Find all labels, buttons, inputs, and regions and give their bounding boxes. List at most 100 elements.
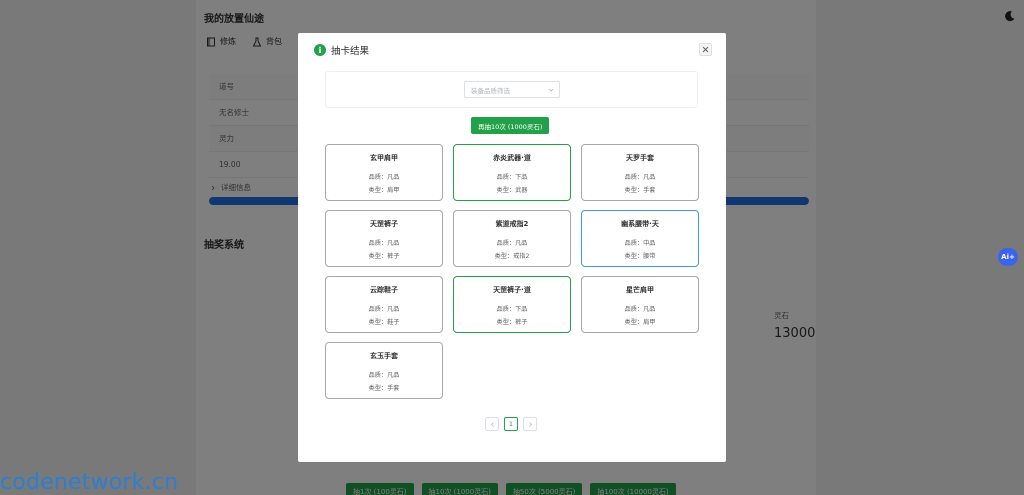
item-card[interactable]: 赤炎武器·道 品质：下品 类型：武器 xyxy=(453,144,571,201)
quality-prefix: 品质： xyxy=(368,372,388,379)
type-value: 肩甲 xyxy=(387,187,400,194)
type-value: 手套 xyxy=(387,385,400,392)
type-value: 肩甲 xyxy=(643,319,656,326)
item-name: 天罗手套 xyxy=(626,154,654,162)
item-name: 云踪鞋子 xyxy=(370,286,398,294)
item-card[interactable]: 天罗手套 品质：凡品 类型：手套 xyxy=(581,144,699,201)
quality-value: 凡品 xyxy=(643,174,656,181)
type-prefix: 类型： xyxy=(368,385,388,392)
item-name: 幽系腰带·天 xyxy=(621,220,659,228)
item-quality: 品质：凡品 xyxy=(497,237,528,250)
item-type: 类型：手套 xyxy=(625,184,656,197)
type-prefix: 类型： xyxy=(494,253,514,260)
quality-value: 凡品 xyxy=(387,372,400,379)
result-grid: 玄甲肩甲 品质：凡品 类型：肩甲 赤炎武器·道 品质：下品 类型：武器 天罗手套 品质：凡品类… xyxy=(325,144,699,399)
item-card[interactable]: 天罡裤子·道 品质：下品 类型：裤子 xyxy=(453,276,571,333)
quality-prefix: 品质： xyxy=(368,174,388,181)
quality-prefix: 品质： xyxy=(624,174,644,181)
item-card[interactable]: 云踪鞋子 品质：凡品 类型：鞋子 xyxy=(325,276,443,333)
type-prefix: 类型： xyxy=(624,187,644,194)
quality-prefix: 品质： xyxy=(624,240,644,247)
quality-prefix: 品质： xyxy=(368,306,388,313)
item-card[interactable]: 星芒肩甲 品质：凡品 类型：肩甲 xyxy=(581,276,699,333)
quality-filter-select[interactable]: 装备品质筛选 xyxy=(464,81,560,98)
type-value: 武器 xyxy=(515,187,528,194)
type-value: 鞋子 xyxy=(387,319,400,326)
quality-prefix: 品质： xyxy=(496,240,516,247)
quality-prefix: 品质： xyxy=(496,306,516,313)
item-name: 天罡裤子·道 xyxy=(493,286,531,294)
item-quality: 品质：凡品 xyxy=(625,303,656,316)
item-type: 类型：裤子 xyxy=(369,250,400,263)
item-type: 类型：肩甲 xyxy=(625,316,656,329)
pagination: 1 xyxy=(485,417,537,431)
item-card[interactable]: 幽系腰带·天 品质：中品 类型：腰带 xyxy=(581,210,699,267)
type-prefix: 类型： xyxy=(368,253,388,260)
info-icon: i xyxy=(314,44,326,56)
quality-value: 凡品 xyxy=(515,240,528,247)
item-quality: 品质：凡品 xyxy=(369,369,400,382)
close-button[interactable] xyxy=(699,43,712,56)
quality-value: 下品 xyxy=(515,306,528,313)
filter-panel: 装备品质筛选 xyxy=(325,71,698,108)
quality-value: 凡品 xyxy=(387,306,400,313)
quality-value: 凡品 xyxy=(643,306,656,313)
item-type: 类型：腰带 xyxy=(625,250,656,263)
item-quality: 品质：凡品 xyxy=(369,303,400,316)
item-card[interactable]: 玄玉手套 品质：凡品 类型：手套 xyxy=(325,342,443,399)
draw-result-dialog: i 抽卡结果 装备品质筛选 再抽10次 (1000灵石) 玄甲肩甲 品质：凡品 类型… xyxy=(298,33,726,462)
chevron-left-icon xyxy=(490,421,494,427)
quality-value: 下品 xyxy=(515,174,528,181)
type-prefix: 类型： xyxy=(496,187,516,194)
type-value: 腰带 xyxy=(643,253,656,260)
item-card[interactable]: 玄甲肩甲 品质：凡品 类型：肩甲 xyxy=(325,144,443,201)
quality-value: 凡品 xyxy=(387,240,400,247)
item-quality: 品质：下品 xyxy=(497,303,528,316)
item-name: 星芒肩甲 xyxy=(626,286,654,294)
item-quality: 品质：下品 xyxy=(497,171,528,184)
item-type: 类型：戒指2 xyxy=(495,250,530,263)
item-name: 玄玉手套 xyxy=(370,352,398,360)
next-page-button[interactable] xyxy=(523,417,537,431)
item-type: 类型：手套 xyxy=(369,382,400,395)
item-name: 玄甲肩甲 xyxy=(370,154,398,162)
item-quality: 品质：凡品 xyxy=(369,237,400,250)
type-value: 手套 xyxy=(643,187,656,194)
item-type: 类型：肩甲 xyxy=(369,184,400,197)
type-prefix: 类型： xyxy=(368,187,388,194)
type-value: 戒指2 xyxy=(513,253,530,260)
item-quality: 品质：中品 xyxy=(625,237,656,250)
item-type: 类型：武器 xyxy=(497,184,528,197)
quality-prefix: 品质： xyxy=(368,240,388,247)
filter-placeholder: 装备品质筛选 xyxy=(471,86,510,95)
item-quality: 品质：凡品 xyxy=(625,171,656,184)
quality-value: 凡品 xyxy=(387,174,400,181)
type-prefix: 类型： xyxy=(624,253,644,260)
item-name: 紫道戒指2 xyxy=(495,220,529,228)
item-card[interactable]: 紫道戒指2 品质：凡品 类型：戒指2 xyxy=(453,210,571,267)
ai-assistant-button[interactable]: Ai+ xyxy=(998,248,1018,266)
dialog-title: 抽卡结果 xyxy=(331,46,370,57)
chevron-right-icon xyxy=(528,421,532,427)
type-prefix: 类型： xyxy=(368,319,388,326)
quality-prefix: 品质： xyxy=(624,306,644,313)
type-prefix: 类型： xyxy=(496,319,516,326)
item-name: 赤炎武器·道 xyxy=(493,154,531,162)
close-icon xyxy=(702,46,709,53)
chevron-down-icon xyxy=(548,88,554,92)
quality-value: 中品 xyxy=(643,240,656,247)
item-type: 类型：裤子 xyxy=(497,316,528,329)
type-value: 裤子 xyxy=(387,253,400,260)
item-quality: 品质：凡品 xyxy=(369,171,400,184)
prev-page-button[interactable] xyxy=(485,417,499,431)
item-name: 天罡裤子 xyxy=(370,220,398,228)
page-number[interactable]: 1 xyxy=(504,417,518,431)
type-prefix: 类型： xyxy=(624,319,644,326)
item-type: 类型：鞋子 xyxy=(369,316,400,329)
draw-again-button[interactable]: 再抽10次 (1000灵石) xyxy=(471,117,550,134)
type-value: 裤子 xyxy=(515,319,528,326)
item-card[interactable]: 天罡裤子 品质：凡品 类型：裤子 xyxy=(325,210,443,267)
watermark: codenetwork.cn xyxy=(0,470,179,495)
quality-prefix: 品质： xyxy=(496,174,516,181)
dialog-header: i 抽卡结果 xyxy=(314,43,369,57)
